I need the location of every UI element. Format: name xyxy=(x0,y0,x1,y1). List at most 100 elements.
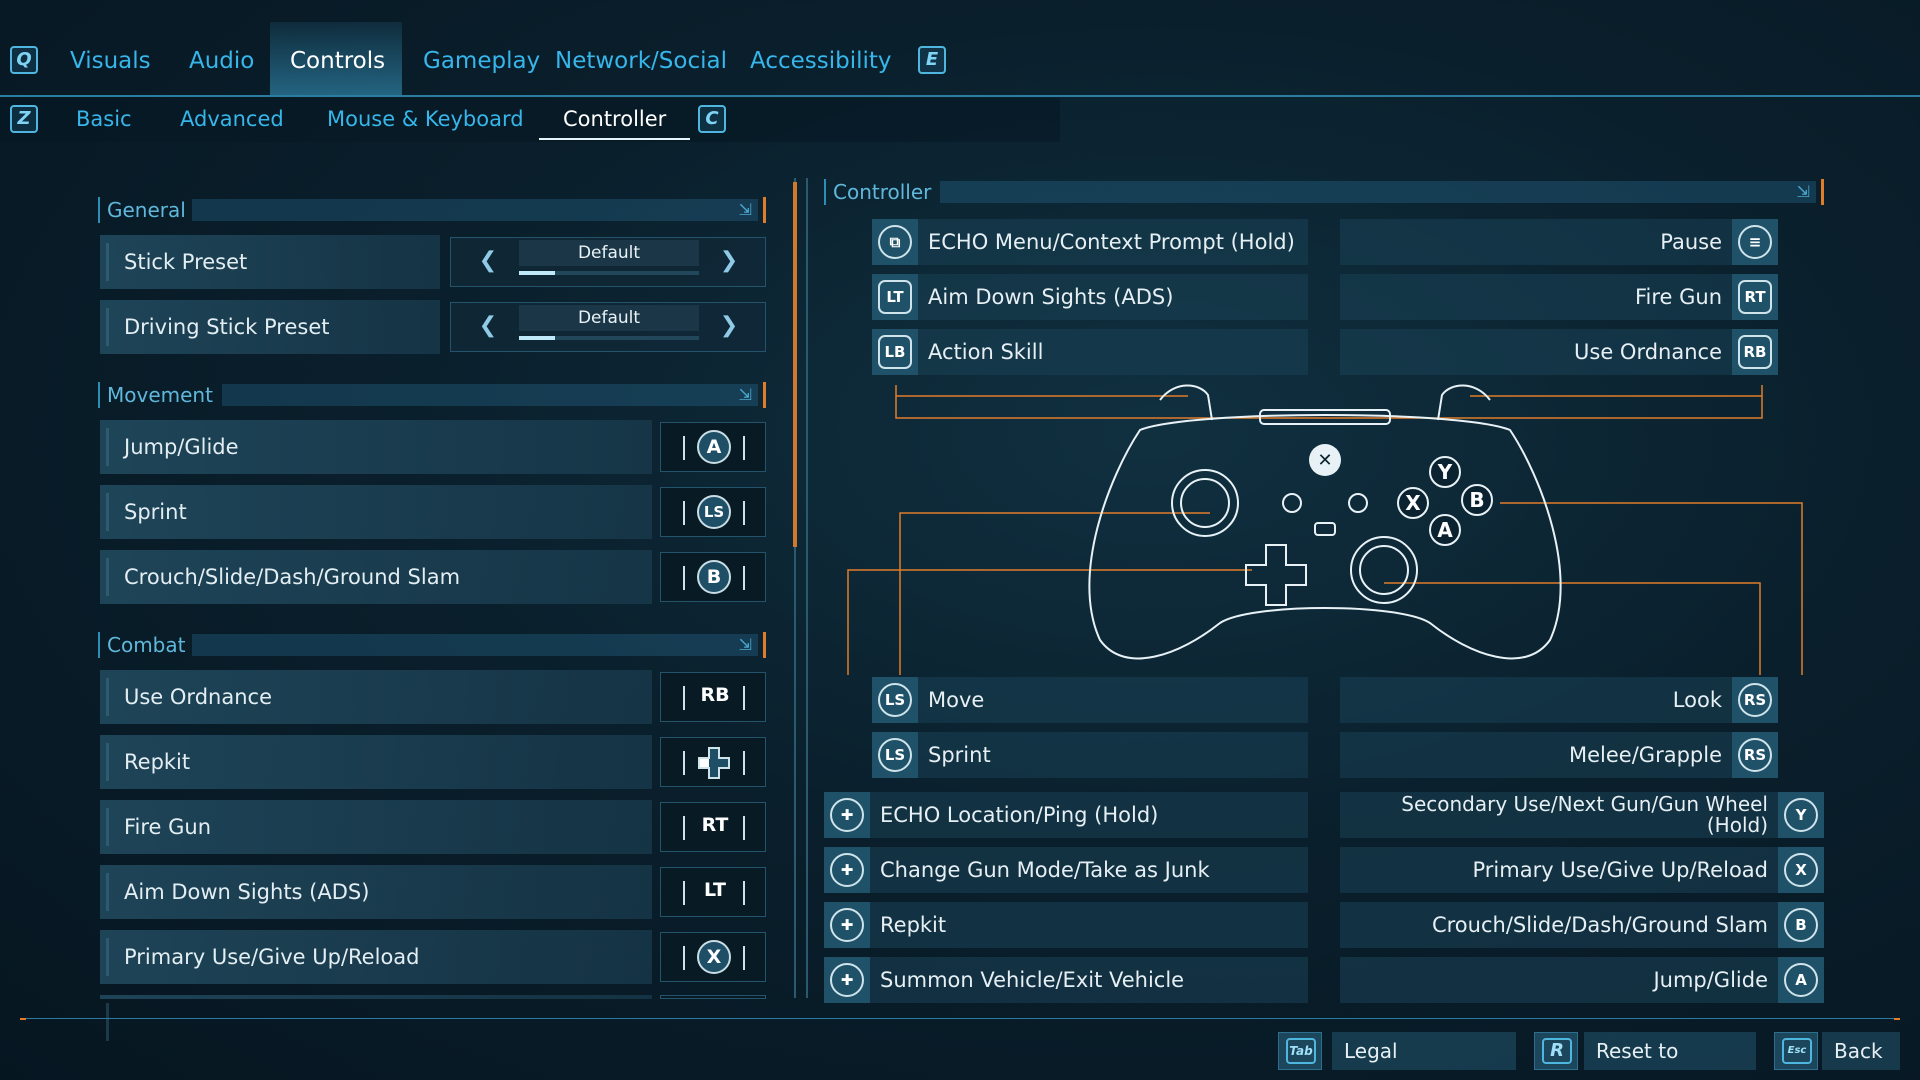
subtab-advanced[interactable]: Advanced xyxy=(156,98,308,140)
ls-leader-line xyxy=(899,512,1210,675)
stick-preset-selector[interactable]: ❮ Default ❯ xyxy=(450,237,766,287)
setting-primary-use[interactable]: Primary Use/Give Up/Reload xyxy=(100,930,652,984)
binding-primary-use[interactable]: X xyxy=(660,932,766,982)
setting-repkit[interactable]: Repkit xyxy=(100,735,652,789)
back-button[interactable]: Back xyxy=(1822,1032,1900,1070)
section-combat-header[interactable]: Combat ⇲ xyxy=(98,632,766,658)
lt-button-icon: LT xyxy=(704,879,726,901)
binding-fire-gun[interactable]: RT xyxy=(660,802,766,852)
footer-accent xyxy=(1894,1018,1900,1020)
map-label-multiline: Secondary Use/Next Gun/Gun Wheel (Hold) xyxy=(1401,794,1768,836)
separator xyxy=(743,566,745,590)
setting-jump-glide[interactable]: Jump/Glide xyxy=(100,420,652,474)
section-general-header[interactable]: General ⇲ xyxy=(98,197,766,223)
tab-key-icon[interactable]: Tab xyxy=(1278,1032,1322,1070)
binding-aim-down-sights[interactable]: LT xyxy=(660,867,766,917)
right-stick-cap xyxy=(1359,545,1409,595)
setting-sprint[interactable]: Sprint xyxy=(100,485,652,539)
setting-stick-preset[interactable]: Stick Preset xyxy=(100,235,440,289)
arrow-left-icon[interactable]: ❮ xyxy=(473,246,503,276)
arrow-right-icon[interactable]: ❯ xyxy=(714,311,744,341)
binding-sprint[interactable]: LS xyxy=(660,487,766,537)
x-button-icon: X xyxy=(1778,847,1824,893)
share-button xyxy=(1314,522,1336,536)
map-label-line-1: Secondary Use/Next Gun/Gun Wheel xyxy=(1401,792,1768,816)
subtab-mouse-keyboard[interactable]: Mouse & Keyboard xyxy=(303,98,548,140)
map-row-action-skill: LB Action Skill xyxy=(872,329,1308,375)
map-label: Aim Down Sights (ADS) xyxy=(928,285,1174,309)
dpad-glyph: ✚ xyxy=(830,908,864,942)
legal-information-button[interactable]: Legal Information xyxy=(1332,1032,1516,1080)
c-key-icon[interactable]: C xyxy=(698,105,726,133)
setting-aim-down-sights[interactable]: Aim Down Sights (ADS) xyxy=(100,865,652,919)
rt-button-icon: RT xyxy=(701,814,729,836)
section-controller-header: Controller ⇲ xyxy=(824,179,1824,205)
separator xyxy=(743,436,745,460)
r-keycap: R xyxy=(1542,1038,1572,1064)
tab-audio[interactable]: Audio xyxy=(169,22,274,96)
driving-stick-preset-indicator xyxy=(519,336,699,340)
map-row-move: LS Move xyxy=(872,677,1308,723)
dpad-down-icon: ✚ xyxy=(824,847,870,893)
arrow-right-icon[interactable]: ❯ xyxy=(714,246,744,276)
left-stick-cap xyxy=(1180,478,1230,528)
dpad-outline xyxy=(1245,544,1307,606)
reset-to-default-button[interactable]: Reset to Default xyxy=(1584,1032,1756,1080)
subtab-controller[interactable]: Controller xyxy=(539,98,691,140)
x-button-label: X xyxy=(1405,491,1421,515)
driving-stick-preset-selector[interactable]: ❮ Default ❯ xyxy=(450,302,766,352)
q-key-icon[interactable]: Q xyxy=(10,46,38,74)
setting-driving-stick-preset[interactable]: Driving Stick Preset xyxy=(100,300,440,354)
map-row-change-gun-mode: ✚ Change Gun Mode/Take as Junk xyxy=(824,847,1308,893)
separator xyxy=(743,501,745,525)
ls-glyph: LS xyxy=(878,738,912,772)
collapse-icon[interactable]: ⇲ xyxy=(739,385,752,404)
tab-accessibility[interactable]: Accessibility xyxy=(730,22,912,96)
binding-repkit[interactable] xyxy=(660,737,766,787)
subtab-basic[interactable]: Basic xyxy=(52,98,156,140)
collapse-icon[interactable]: ⇲ xyxy=(739,200,752,219)
section-marker xyxy=(98,632,100,658)
esc-key-icon[interactable]: Esc xyxy=(1774,1032,1818,1070)
map-label: Look xyxy=(1672,688,1722,712)
panel-divider xyxy=(806,178,808,998)
b-button-icon: B xyxy=(1778,902,1824,948)
map-label: Jump/Glide xyxy=(1653,968,1768,992)
r-key-icon[interactable]: R xyxy=(1534,1032,1578,1070)
section-title: Combat xyxy=(107,633,186,657)
map-label: Fire Gun xyxy=(1634,285,1722,309)
map-label: Crouch/Slide/Dash/Ground Slam xyxy=(1431,913,1768,937)
section-accent xyxy=(763,197,766,223)
separator xyxy=(683,686,685,710)
stick-preset-value: Default xyxy=(519,240,699,266)
binding-jump-glide[interactable]: A xyxy=(660,422,766,472)
arrow-left-icon[interactable]: ❮ xyxy=(473,311,503,341)
esc-keycap: Esc xyxy=(1782,1038,1812,1064)
lt-glyph: LT xyxy=(878,280,912,314)
tab-visuals[interactable]: Visuals xyxy=(50,22,171,96)
map-label: Melee/Grapple xyxy=(1569,743,1722,767)
z-key-icon[interactable]: Z xyxy=(10,105,38,133)
binding-use-ordnance[interactable]: RB xyxy=(660,672,766,722)
setting-use-ordnance[interactable]: Use Ordnance xyxy=(100,670,652,724)
setting-crouch-slide[interactable]: Crouch/Slide/Dash/Ground Slam xyxy=(100,550,652,604)
setting-fire-gun[interactable]: Fire Gun xyxy=(100,800,652,854)
x-button-icon: X xyxy=(697,940,731,974)
collapse-icon[interactable]: ⇲ xyxy=(739,635,752,654)
scrollbar-thumb[interactable] xyxy=(793,182,797,547)
tab-network-social[interactable]: Network/Social xyxy=(535,22,747,96)
e-key-icon[interactable]: E xyxy=(918,46,946,74)
b-leader-line xyxy=(1500,502,1803,675)
a-button-icon: A xyxy=(1778,957,1824,1003)
section-movement-header[interactable]: Movement ⇲ xyxy=(98,382,766,408)
binding-crouch-slide[interactable]: B xyxy=(660,552,766,602)
dpad-leader-line xyxy=(847,569,1252,675)
y-glyph: Y xyxy=(1784,798,1818,832)
rs-glyph: RS xyxy=(1738,683,1772,717)
driving-stick-preset-value: Default xyxy=(519,305,699,331)
a-glyph: A xyxy=(1784,963,1818,997)
stick-preset-indicator xyxy=(519,271,699,275)
map-row-aim-down-sights: LT Aim Down Sights (ADS) xyxy=(872,274,1308,320)
rb-bumper-outline xyxy=(1437,384,1491,421)
tab-controls[interactable]: Controls xyxy=(270,22,402,96)
